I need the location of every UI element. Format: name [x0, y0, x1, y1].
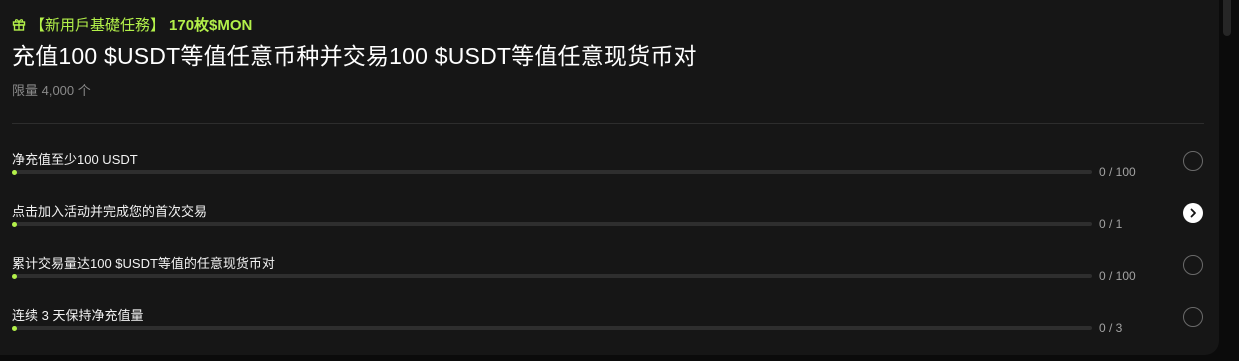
- task-item-net-deposit: 净充值至少100 USDT 0 / 100: [12, 149, 1207, 193]
- scrollbar[interactable]: [1223, 0, 1231, 36]
- task-item-hold-deposit: 连续 3 天保持净充值量 0 / 3: [12, 305, 1207, 349]
- progress-count: 0 / 100: [1099, 165, 1136, 179]
- page-gutter: [1219, 0, 1239, 361]
- chevron-right-icon: [1190, 208, 1196, 218]
- empty-circle-icon: [1183, 255, 1203, 275]
- task-label: 净充值至少100 USDT: [12, 152, 138, 167]
- task-item-first-trade: 点击加入活动并完成您的首次交易 0 / 1: [12, 201, 1207, 245]
- task-title: 充值100 $USDT等值任意币种并交易100 $USDT等值任意现货币对: [12, 43, 697, 69]
- progress-fill: [12, 169, 17, 175]
- task-label: 累计交易量达100 $USDT等值的任意现货币对: [12, 256, 275, 271]
- progress-count: 0 / 3: [1099, 321, 1123, 335]
- task-item-trade-volume: 累计交易量达100 $USDT等值的任意现货币对 0 / 100: [12, 253, 1207, 297]
- progress-fill: [12, 273, 17, 279]
- empty-circle-icon: [1183, 307, 1203, 327]
- progress-track: [12, 273, 1092, 279]
- go-to-task-button[interactable]: [1183, 203, 1203, 223]
- divider: [12, 123, 1204, 124]
- task-label: 连续 3 天保持净充值量: [12, 308, 144, 323]
- progress-count: 0 / 1: [1099, 217, 1123, 231]
- reward-badge: 【新用戶基礎任務】 170枚$MON: [12, 14, 252, 34]
- progress-fill: [12, 221, 17, 227]
- progress-track: [12, 325, 1092, 331]
- progress-fill: [12, 325, 17, 331]
- badge-category: 【新用戶基礎任務】: [30, 16, 166, 34]
- gift-icon: [12, 17, 26, 31]
- progress-count: 0 / 100: [1099, 269, 1136, 283]
- quota-limit: 限量 4,000 个: [12, 83, 91, 98]
- progress-track: [12, 169, 1092, 175]
- progress-track: [12, 221, 1092, 227]
- task-card: 【新用戶基礎任務】 170枚$MON 充值100 $USDT等值任意币种并交易1…: [0, 0, 1219, 355]
- task-label: 点击加入活动并完成您的首次交易: [12, 204, 208, 219]
- empty-circle-icon: [1183, 151, 1203, 171]
- badge-reward-amount: 170枚$MON: [169, 16, 253, 34]
